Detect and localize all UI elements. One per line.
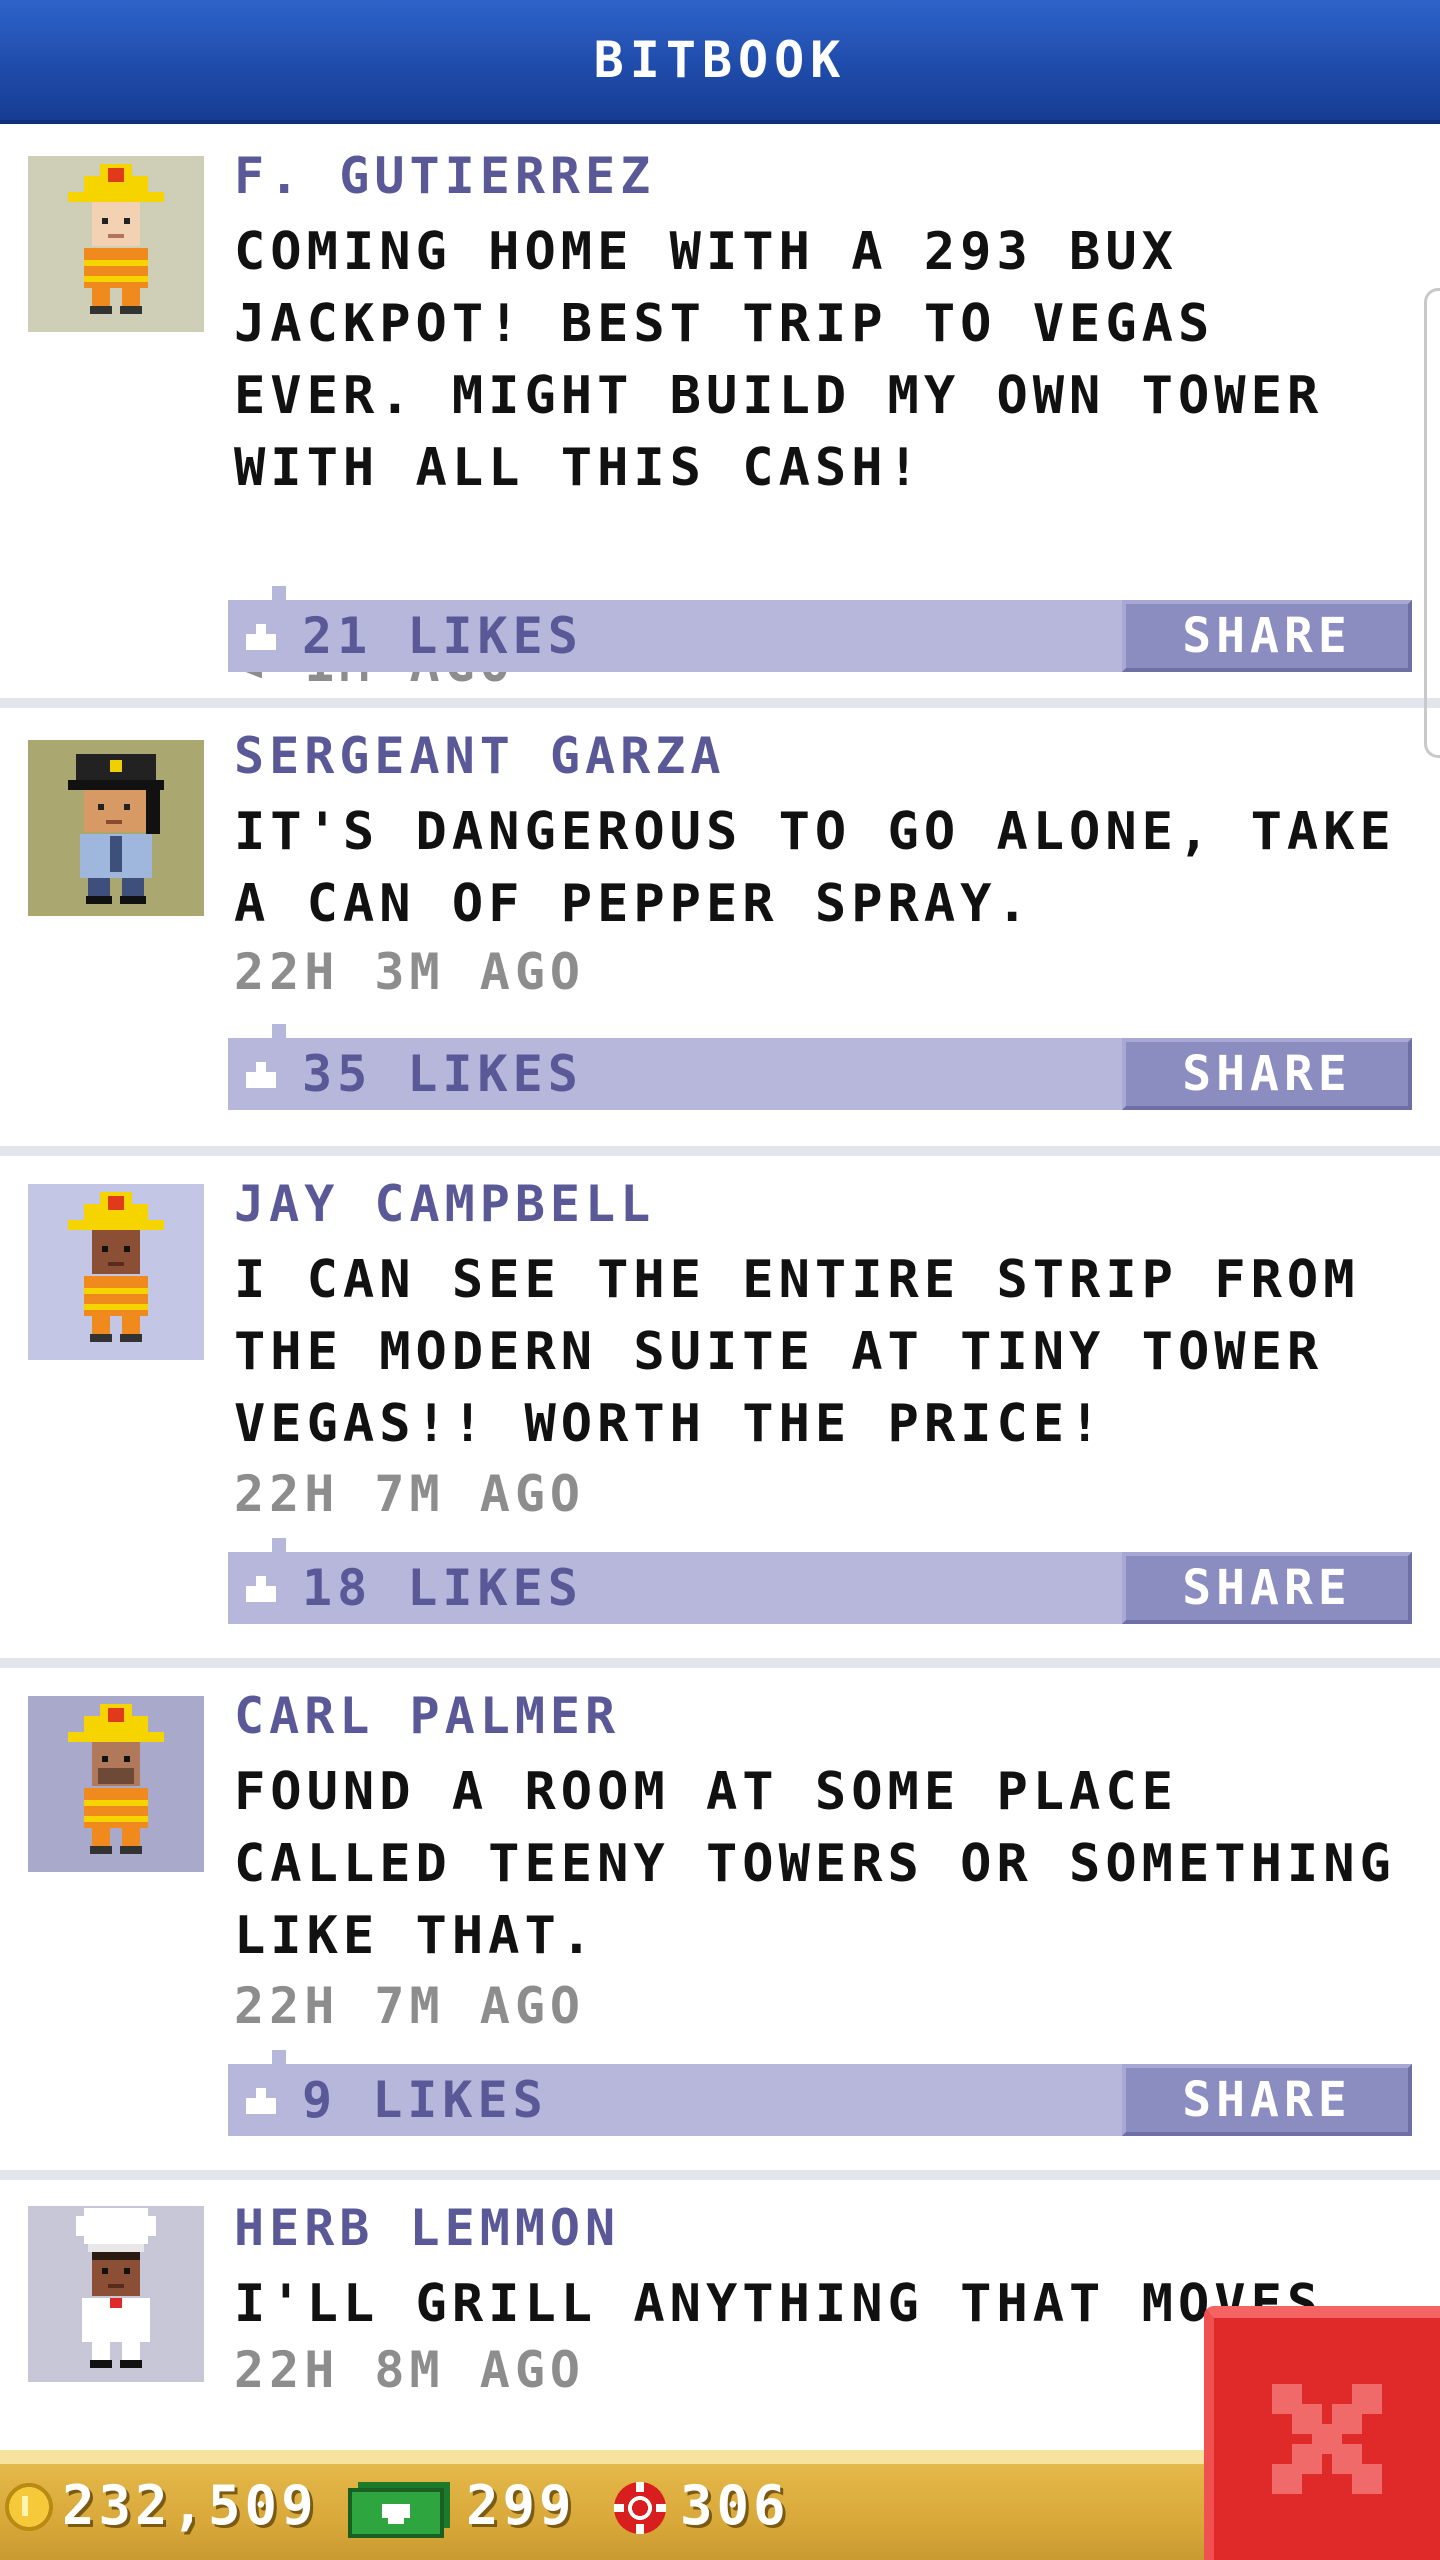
header-bar: BITBOOK xyxy=(0,0,1440,124)
firefighter-avatar[interactable] xyxy=(28,1184,204,1360)
post-item: CARL PALMER FOUND A ROOM AT SOME PLACE C… xyxy=(0,1668,1440,2180)
like-bar: 18 LIKES SHARE xyxy=(228,1538,1412,1624)
post-timestamp: 22H 7M AGO xyxy=(234,1977,586,2035)
bux-count: 299 xyxy=(466,2474,576,2537)
post-item: SERGEANT GARZA IT'S DANGEROUS TO GO ALON… xyxy=(0,708,1440,1156)
close-icon xyxy=(1252,2364,1402,2514)
post-item: F. GUTIERREZ COMING HOME WITH A 293 BUX … xyxy=(0,128,1440,708)
share-button[interactable]: SHARE xyxy=(1122,1552,1412,1624)
bux-icon xyxy=(346,2478,454,2538)
post-item: JAY CAMPBELL I CAN SEE THE ENTIRE STRIP … xyxy=(0,1156,1440,1668)
chips-count: 306 xyxy=(680,2474,790,2537)
post-author: JAY CAMPBELL xyxy=(234,1175,656,1233)
post-text: COMING HOME WITH A 293 BUX JACKPOT! BEST… xyxy=(234,222,1324,498)
scrollbar[interactable] xyxy=(1424,288,1440,758)
share-button[interactable]: SHARE xyxy=(1122,2064,1412,2136)
like-icon[interactable] xyxy=(242,622,280,652)
like-count: 18 LIKES xyxy=(302,1559,583,1617)
like-bar: 35 LIKES SHARE xyxy=(228,1024,1412,1110)
post-timestamp: 22H 3M AGO xyxy=(234,943,586,1001)
share-button[interactable]: SHARE xyxy=(1122,1038,1412,1110)
post-timestamp: 22H 7M AGO xyxy=(234,1465,586,1523)
coin-icon xyxy=(4,2482,54,2532)
coins-count: 232,509 xyxy=(62,2474,318,2537)
post-author: HERB LEMMON xyxy=(234,2199,621,2257)
like-icon[interactable] xyxy=(242,2086,280,2116)
page-title: BITBOOK xyxy=(593,31,847,89)
chip-icon xyxy=(608,2480,672,2536)
firefighter-avatar[interactable] xyxy=(28,156,204,332)
like-bar: 9 LIKES SHARE xyxy=(228,2050,1412,2136)
share-button[interactable]: SHARE xyxy=(1122,600,1412,672)
post-text: FOUND A ROOM AT SOME PLACE CALLED TEENY … xyxy=(234,1762,1396,1966)
like-count: 35 LIKES xyxy=(302,1045,583,1103)
like-icon[interactable] xyxy=(242,1574,280,1604)
post-author: CARL PALMER xyxy=(234,1687,621,1745)
police-officer-avatar[interactable] xyxy=(28,740,204,916)
close-button[interactable] xyxy=(1204,2306,1440,2560)
bitbook-screen: BITBOOK F. GUTIERREZ COMING HOME WITH A … xyxy=(0,0,1440,2560)
like-bar: 21 LIKES SHARE xyxy=(228,586,1412,672)
like-count: 21 LIKES xyxy=(302,607,583,665)
like-count: 9 LIKES xyxy=(302,2071,548,2129)
post-text: I CAN SEE THE ENTIRE STRIP FROM THE MODE… xyxy=(234,1250,1360,1454)
chef-avatar[interactable] xyxy=(28,2206,204,2382)
post-text: IT'S DANGEROUS TO GO ALONE, TAKE A CAN O… xyxy=(234,802,1396,934)
firefighter-avatar[interactable] xyxy=(28,1696,204,1872)
post-author: F. GUTIERREZ xyxy=(234,147,656,205)
post-author: SERGEANT GARZA xyxy=(234,727,726,785)
post-timestamp: 22H 8M AGO xyxy=(234,2341,586,2399)
like-icon[interactable] xyxy=(242,1060,280,1090)
feed[interactable]: F. GUTIERREZ COMING HOME WITH A 293 BUX … xyxy=(0,128,1440,2450)
